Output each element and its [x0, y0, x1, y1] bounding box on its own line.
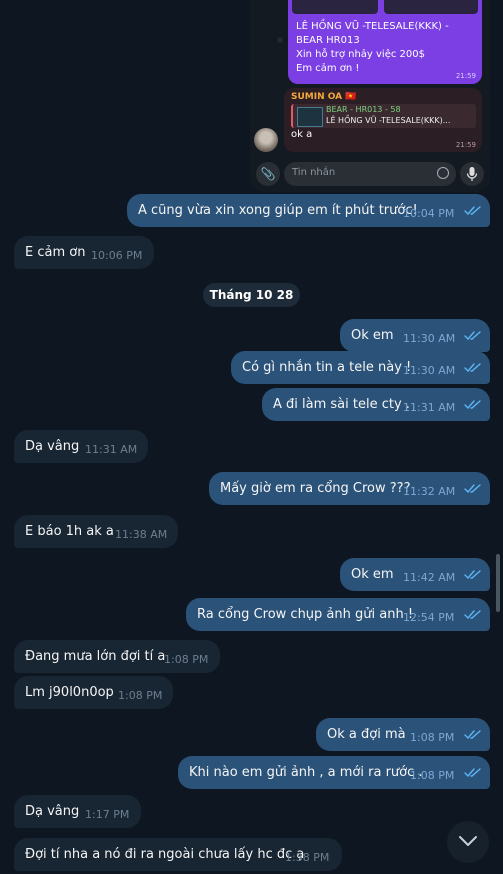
double-check-icon	[464, 768, 481, 778]
message-text: Ok a đợi mà	[327, 727, 406, 742]
outgoing-message[interactable]: Ok em 11:42 AM	[340, 558, 490, 591]
scrollbar[interactable]	[496, 554, 500, 612]
outgoing-message[interactable]: Ok a đợi mà 1:08 PM	[316, 718, 490, 751]
double-check-icon	[464, 570, 481, 580]
message-text: Ok em	[351, 567, 394, 582]
message-time: 1:08 PM	[410, 769, 455, 782]
message-text: Mấy giờ em ra cổng Crow ???	[220, 481, 411, 496]
double-check-icon	[464, 206, 481, 216]
avatar	[254, 128, 278, 152]
outgoing-message[interactable]: Có gì nhắn tin a tele này ! 11:30 AM	[231, 351, 490, 384]
message-time: 11:38 AM	[115, 528, 168, 541]
message-time: 1:08 PM	[410, 731, 455, 744]
quoted-message: SUMIN OA 🇻🇳 BEAR - HR013 - 58 LÊ HỒNG VŨ…	[284, 88, 482, 152]
double-check-icon	[464, 363, 481, 373]
purple-line-4: Em cảm ơn !	[296, 63, 360, 74]
reply-preview: BEAR - HR013 - 58 LÊ HỒNG VŨ -TELESALE(K…	[291, 104, 476, 128]
message-text: Ok em	[351, 328, 394, 343]
image-thumbnails	[292, 0, 478, 14]
purple-line-3: Xin hỗ trợ nhảy việc 200$	[296, 49, 425, 60]
incoming-message[interactable]: Đợi tí nha a nó đi ra ngoài chưa lấy hc …	[14, 838, 342, 871]
outgoing-message[interactable]: A đi làm sài tele cty . 11:31 AM	[262, 388, 490, 421]
message-text: Khi nào em gửi ảnh , a mới ra rước .	[189, 765, 423, 780]
message-time: 12:54 PM	[403, 611, 455, 624]
incoming-message[interactable]: E cảm ơn 10:06 PM	[14, 236, 154, 269]
purple-time: 21:59	[455, 72, 476, 80]
sticker-icon	[437, 167, 449, 179]
microphone-icon	[460, 162, 484, 186]
incoming-message[interactable]: E báo 1h ak a 11:38 AM	[14, 515, 178, 548]
date-divider: Tháng 10 28	[203, 283, 300, 307]
message-text: Đang mưa lớn đợi tí a	[25, 649, 166, 664]
message-text: Có gì nhắn tin a tele này !	[242, 360, 412, 375]
message-time: 10:04 PM	[403, 207, 455, 220]
double-check-icon	[464, 331, 481, 341]
purple-line-2: BEAR HR013	[296, 35, 360, 46]
message-time: 11:31 AM	[403, 401, 456, 414]
message-text: Dạ vâng	[25, 804, 80, 819]
purple-forwarded-message: LÊ HỒNG VŨ -TELESALE(KKK) - BEAR HR013 X…	[288, 0, 482, 84]
embedded-placeholder: Tin nhắn	[292, 167, 336, 178]
purple-line-1: LÊ HỒNG VŨ -TELESALE(KKK) -	[296, 21, 449, 32]
message-time: 11:42 AM	[403, 571, 456, 584]
message-text: Ra cổng Crow chụp ảnh gửi anh !	[197, 607, 414, 622]
outgoing-message[interactable]: A cũng vừa xin xong giúp em ít phút trướ…	[127, 194, 490, 227]
message-text: Đợi tí nha a nó đi ra ngoài chưa lấy hc …	[25, 847, 305, 862]
outgoing-message[interactable]: Mấy giờ em ra cổng Crow ??? 11:32 AM	[209, 472, 490, 505]
outgoing-message[interactable]: Khi nào em gửi ảnh , a mới ra rước . 1:08…	[178, 756, 490, 789]
message-time: 1:17 PM	[85, 808, 130, 821]
chevron-down-icon	[459, 836, 477, 846]
double-check-icon	[464, 730, 481, 740]
reply-title: BEAR - HR013 - 58	[326, 105, 401, 114]
double-check-icon	[464, 610, 481, 620]
message-time: 11:31 AM	[85, 443, 138, 456]
message-text: Dạ vâng	[25, 439, 80, 454]
outgoing-message[interactable]: Ok em 11:30 AM	[340, 319, 490, 352]
incoming-message[interactable]: Dạ vâng 1:17 PM	[14, 795, 141, 828]
message-text: A cũng vừa xin xong giúp em ít phút trướ…	[138, 203, 418, 218]
double-check-icon	[464, 484, 481, 494]
message-time: 11:30 AM	[403, 364, 456, 377]
scroll-down-button[interactable]	[447, 821, 489, 863]
message-time: 1:08 PM	[118, 689, 163, 702]
message-text: Lm j90l0n0op	[25, 685, 114, 700]
reply-text: LÊ HỒNG VŨ -TELESALE(KKK)...	[326, 116, 451, 125]
embedded-message-field: Tin nhắn	[284, 162, 456, 186]
incoming-message[interactable]: Lm j90l0n0op 1:08 PM	[14, 676, 173, 709]
message-time: 11:32 AM	[403, 485, 456, 498]
message-text: A đi làm sài tele cty .	[273, 397, 410, 412]
quoted-message-text: ok a	[291, 129, 313, 140]
message-time: 10:06 PM	[91, 249, 143, 262]
paperclip-icon: 📎	[256, 162, 280, 186]
message-time: 1:08 PM	[164, 653, 209, 666]
quoted-time: 21:59	[455, 141, 476, 149]
double-check-icon	[464, 400, 481, 410]
embedded-input-bar: 📎 Tin nhắn	[256, 162, 484, 186]
message-text: E báo 1h ak a	[25, 524, 114, 539]
reply-thumbnail	[297, 107, 323, 127]
outgoing-message[interactable]: Ra cổng Crow chụp ảnh gửi anh ! 12:54 PM	[186, 598, 490, 631]
embedded-screenshot-image[interactable]: LÊ HỒNG VŨ -TELESALE(KKK) - BEAR HR013 X…	[250, 0, 490, 192]
incoming-message[interactable]: Đang mưa lớn đợi tí a 1:08 PM	[14, 640, 220, 673]
message-text: E cảm ơn	[25, 245, 86, 260]
incoming-message[interactable]: Dạ vâng 11:31 AM	[14, 430, 148, 463]
message-time: 1:38 PM	[285, 851, 330, 864]
quoted-sender: SUMIN OA 🇻🇳	[291, 92, 357, 102]
